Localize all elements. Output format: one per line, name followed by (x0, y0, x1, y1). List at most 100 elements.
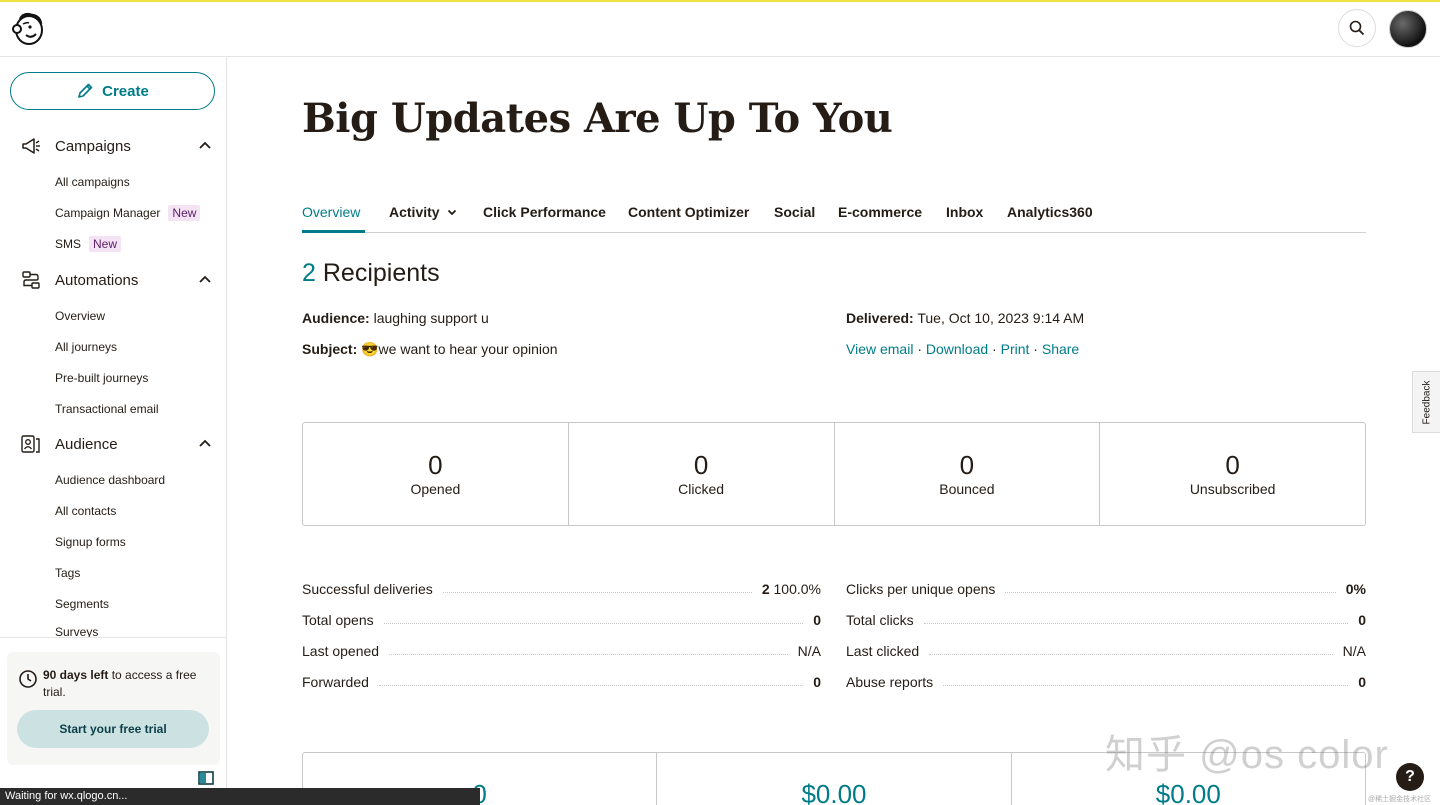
tab-label: Inbox (946, 204, 984, 220)
create-label: Create (102, 82, 149, 100)
metric-label: Successful deliveries (302, 581, 433, 597)
sidebar-item-surveys[interactable]: Surveys (55, 625, 98, 637)
link-separator: · (988, 341, 1001, 357)
metric-row: Total opens 0 (302, 608, 821, 628)
metric-value-bold: 0 (813, 674, 821, 690)
nav-section-campaigns[interactable]: Campaigns (0, 131, 227, 161)
sidebar-item-all-contacts[interactable]: All contacts (55, 501, 116, 521)
stat-opened: 0 Opened (303, 423, 569, 525)
metric-value-bold: 0% (1345, 581, 1366, 597)
download-link[interactable]: Download (926, 341, 988, 357)
stat-unsubscribed: 0 Unsubscribed (1100, 423, 1365, 525)
tab-social[interactable]: Social (774, 204, 815, 220)
page-title: Big Updates Are Up To You (302, 95, 893, 142)
tab-click-performance[interactable]: Click Performance (483, 204, 606, 220)
tab-label: Social (774, 204, 816, 220)
active-tab-indicator (302, 230, 365, 233)
tab-activity[interactable]: Activity (389, 204, 458, 220)
metric-value: 0% (1346, 581, 1366, 597)
sidebar-item-overview[interactable]: Overview (55, 306, 105, 326)
sidebar-item-label: Pre-built journeys (55, 371, 149, 385)
metric-label: Forwarded (302, 674, 369, 690)
tab-e-commerce[interactable]: E-commerce (838, 204, 922, 220)
sidebar-item-all-journeys[interactable]: All journeys (55, 337, 117, 357)
sidebar-item-tags[interactable]: Tags (55, 563, 80, 583)
tab-label: Activity (389, 204, 440, 220)
dotted-leader (442, 592, 752, 593)
tab-label: Content Optimizer (628, 204, 750, 220)
chevron-up-icon[interactable] (198, 273, 212, 287)
metric-row: Forwarded 0 (302, 670, 821, 690)
metric-value-bold: 0 (1358, 674, 1366, 690)
nav-section-label: Audience (55, 435, 118, 453)
dotted-leader (929, 654, 1333, 655)
sidebar-item-pre-built-journeys[interactable]: Pre-built journeys (55, 368, 148, 388)
metric-value-text: 100.0% (773, 581, 821, 597)
stat-label: Opened (410, 481, 461, 497)
start-free-trial-button[interactable]: Start your free trial (17, 710, 209, 748)
trial-days-left: 90 days left (43, 668, 109, 682)
sidebar-item-sms[interactable]: SMS New (55, 234, 122, 254)
sidebar-item-label: Segments (55, 597, 110, 611)
delivered-label: Delivered: (846, 310, 914, 326)
chevron-up-icon[interactable] (198, 139, 212, 153)
user-avatar[interactable] (1389, 10, 1427, 48)
metric-value-text: N/A (1342, 643, 1366, 659)
dotted-leader (943, 685, 1349, 686)
sidebar-item-campaign-manager[interactable]: Campaign Manager New (55, 203, 201, 223)
sidebar-item-transactional-email[interactable]: Transactional email (55, 399, 159, 419)
sidebar-item-signup-forms[interactable]: Signup forms (55, 532, 126, 552)
feedback-label: Feedback (1421, 380, 1433, 424)
delivered-line: Delivered: Tue, Oct 10, 2023 9:14 AM (846, 310, 1084, 326)
report-tabs: Overview Activity Click Performance Cont… (302, 199, 1366, 233)
tab-label: E-commerce (838, 204, 923, 220)
metric-value-text: N/A (797, 643, 821, 659)
metric-label: Last opened (302, 643, 380, 659)
share-link[interactable]: Share (1042, 341, 1079, 357)
metric-value: 0 (1358, 674, 1366, 690)
search-icon (1349, 20, 1365, 36)
chevron-down-icon (447, 209, 456, 216)
browser-status-bar: Waiting for wx.qlogo.cn... (0, 788, 480, 805)
create-button[interactable]: Create (10, 72, 215, 110)
metric-value-bold: 0 (1358, 612, 1366, 628)
sidebar-item-label: Signup forms (55, 535, 126, 549)
sidebar-collapse-icon[interactable] (198, 771, 214, 785)
tab-content-optimizer[interactable]: Content Optimizer (628, 204, 749, 220)
dotted-leader (389, 654, 788, 655)
top-accent-line (0, 0, 1440, 2)
sidebar-item-segments[interactable]: Segments (55, 594, 109, 614)
sidebar-item-audience-dashboard[interactable]: Audience dashboard (55, 470, 165, 490)
tab-analytics360[interactable]: Analytics360 (1007, 204, 1093, 220)
dotted-leader (923, 623, 1349, 624)
automation-flow-icon (22, 271, 40, 289)
metric-value: 0 (1358, 612, 1366, 628)
recipients-label: Recipients (322, 259, 440, 287)
sidebar-item-label: Audience dashboard (55, 473, 166, 487)
main-content: Big Updates Are Up To You Overview Activ… (228, 57, 1440, 805)
feedback-tab[interactable]: Feedback (1412, 371, 1440, 433)
help-button[interactable]: ? (1396, 763, 1424, 791)
watermark-small: @稀土掘金技术社区 (1368, 796, 1432, 803)
stat-bounced: 0 Bounced (835, 423, 1101, 525)
sidebar-item-label: All contacts (55, 504, 117, 518)
print-link[interactable]: Print (1001, 341, 1030, 357)
metric-label: Total clicks (846, 612, 914, 628)
metric-label: Abuse reports (846, 674, 934, 690)
metric-row: Last opened N/A (302, 639, 821, 659)
nav-section-automations[interactable]: Automations (0, 265, 227, 295)
pencil-icon (78, 83, 93, 98)
metric-value: N/A (798, 643, 821, 659)
mailchimp-logo-icon[interactable] (10, 10, 46, 46)
sidebar-item-label: Campaign Manager (55, 206, 161, 220)
view-email-link[interactable]: View email (846, 341, 913, 357)
metric-value-bold: 0 (813, 612, 821, 628)
search-button[interactable] (1338, 9, 1376, 47)
subject-line: Subject: 😎we want to hear your opinion (302, 341, 558, 358)
chevron-up-icon[interactable] (198, 437, 212, 451)
tab-overview[interactable]: Overview (302, 204, 360, 220)
dotted-leader (1005, 592, 1336, 593)
nav-section-audience[interactable]: Audience (0, 429, 227, 459)
tab-inbox[interactable]: Inbox (946, 204, 983, 220)
sidebar-item-all-campaigns[interactable]: All campaigns (55, 172, 130, 192)
